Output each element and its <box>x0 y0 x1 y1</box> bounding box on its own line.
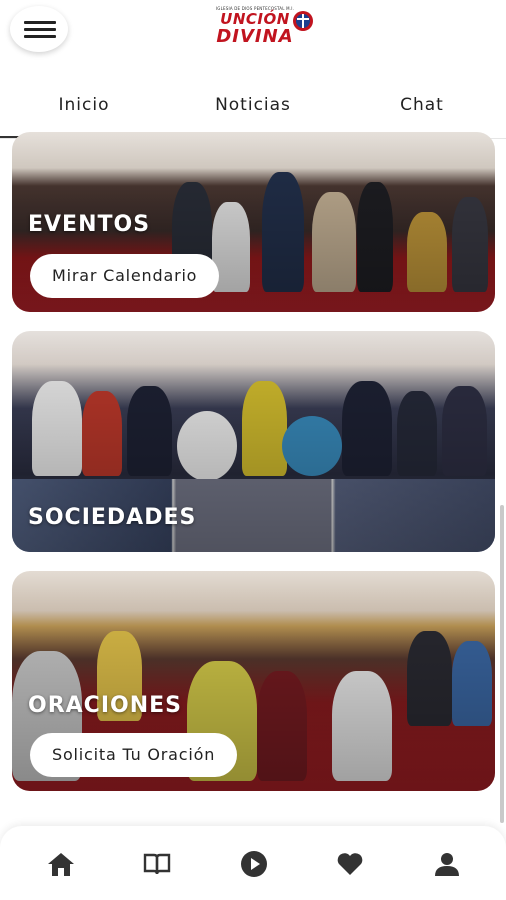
heart-icon[interactable] <box>335 850 365 878</box>
book-icon[interactable] <box>142 850 172 878</box>
app-logo: IGLESIA DE DIOS PENTECOSTAL M.I. UNCIÓN … <box>190 6 320 52</box>
profile-icon[interactable] <box>432 850 462 878</box>
home-icon[interactable] <box>46 850 76 878</box>
bottom-nav <box>0 826 506 900</box>
card-sociedades[interactable]: SOCIEDADES <box>12 331 495 552</box>
calendar-button[interactable]: Mirar Calendario <box>30 254 220 298</box>
card-eventos[interactable]: EVENTOS Mirar Calendario <box>12 132 495 312</box>
card-title: SOCIEDADES <box>28 505 197 530</box>
card-title: EVENTOS <box>28 212 151 237</box>
card-oraciones[interactable]: ORACIONES Solicita Tu Oración <box>12 571 495 791</box>
menu-icon <box>24 21 56 24</box>
logo-badge-icon <box>293 11 313 31</box>
scrollbar[interactable] <box>500 505 504 823</box>
card-title: ORACIONES <box>28 693 182 718</box>
tab-noticias[interactable]: Noticias <box>168 84 338 138</box>
tab-inicio[interactable]: Inicio <box>0 84 168 138</box>
tab-chat[interactable]: Chat <box>338 84 506 138</box>
tab-label: Noticias <box>215 95 291 115</box>
menu-button[interactable] <box>10 6 68 52</box>
tab-label: Inicio <box>58 95 110 115</box>
play-icon[interactable] <box>239 850 269 878</box>
tab-label: Chat <box>400 95 444 115</box>
prayer-request-button[interactable]: Solicita Tu Oración <box>30 733 238 777</box>
